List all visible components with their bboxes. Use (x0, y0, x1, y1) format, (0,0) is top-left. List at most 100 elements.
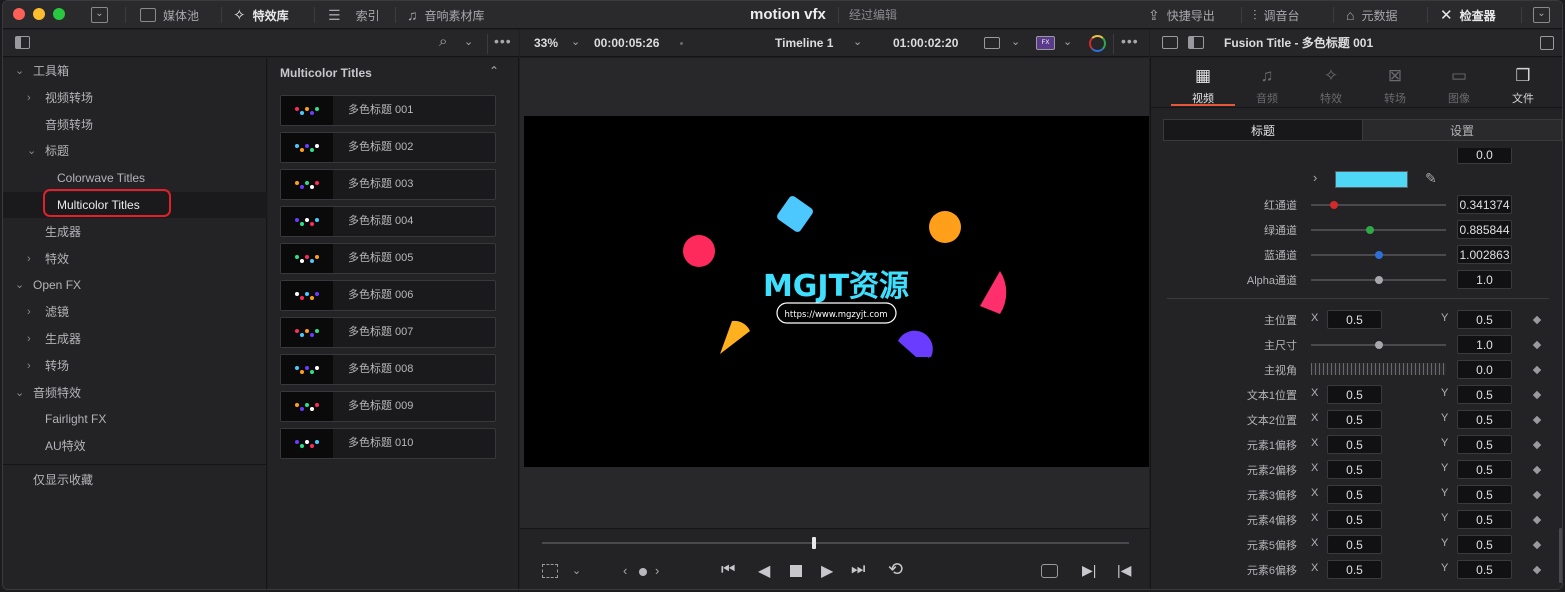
tree-item[interactable]: › 特效 (3, 246, 267, 272)
tree-item[interactable]: › 滤镜 (3, 299, 267, 325)
effect-item[interactable]: 多色标题 009 (280, 391, 496, 422)
offset-row-y-field[interactable]: 0.5 (1457, 510, 1512, 529)
fusion-overlay-icon[interactable]: FX (1036, 36, 1055, 50)
offset-row-x-field[interactable]: 0.5 (1327, 485, 1382, 504)
metadata-button[interactable]: ⌂ 元数据 (1346, 1, 1397, 29)
tree-item[interactable]: Fairlight FX (3, 406, 267, 432)
tab-transition[interactable]: ⊠ 转场 (1369, 66, 1421, 106)
more-options-icon[interactable]: ••• (1121, 33, 1139, 49)
chevron-right-icon[interactable]: › (27, 353, 31, 379)
tree-item[interactable]: › 转场 (3, 353, 267, 379)
chevron-down-icon[interactable]: ⌄ (464, 35, 473, 48)
keyframe-diamond-icon[interactable] (1532, 465, 1542, 475)
zoom-window-button[interactable] (53, 8, 65, 20)
offset-row-y-field[interactable]: 0.5 (1457, 410, 1512, 429)
slider-knob[interactable] (1366, 226, 1375, 234)
effect-item[interactable]: 多色标题 010 (280, 428, 496, 459)
viewer-canvas[interactable]: MGJT资源 https://www.mgzyjt.com (524, 116, 1149, 467)
effect-item[interactable]: 多色标题 001 (280, 95, 496, 126)
effect-item[interactable]: 多色标题 008 (280, 354, 496, 385)
keyframe-diamond-icon[interactable] (1532, 490, 1542, 500)
quick-export-button[interactable]: ⇪ 快捷导出 (1148, 1, 1215, 29)
offset-row-y-field[interactable]: 0.5 (1457, 560, 1512, 579)
channel-slider[interactable] (1311, 226, 1446, 234)
favorites-only-toggle[interactable]: 仅显示收藏 (33, 471, 93, 488)
keyframe-diamond-icon[interactable] (1532, 515, 1542, 525)
master-angle-field[interactable]: 0.0 (1457, 360, 1512, 379)
search-icon[interactable]: ⌕ (439, 33, 447, 50)
chevron-down-icon[interactable]: ⌄ (1063, 35, 1072, 48)
effect-item[interactable]: 多色标题 006 (280, 280, 496, 311)
keyframe-diamond-icon[interactable] (1532, 415, 1542, 425)
tab-audio[interactable]: ♫ 音频 (1241, 66, 1293, 106)
media-pool-button[interactable]: 媒体池 (140, 1, 199, 29)
chevron-right-icon[interactable]: › (1313, 170, 1317, 185)
chevron-down-icon[interactable]: ⌄ (572, 564, 581, 577)
chevron-up-icon[interactable]: ⌃ (489, 64, 499, 78)
keyframe-diamond-icon[interactable] (1532, 390, 1542, 400)
eyedropper-icon[interactable]: ✎ (1425, 170, 1437, 187)
offset-row-x-field[interactable]: 0.5 (1327, 560, 1382, 579)
image-icon[interactable] (1162, 36, 1178, 49)
slider-knob[interactable] (1329, 201, 1338, 209)
chevron-down-icon[interactable]: ⌄ (15, 58, 24, 84)
channel-value[interactable]: 1.002863 (1457, 245, 1512, 264)
tab-image[interactable]: ▭ 图像 (1433, 66, 1485, 106)
offset-row-x-field[interactable]: 0.5 (1327, 535, 1382, 554)
chevron-down-icon[interactable]: ⌄ (15, 272, 24, 298)
offset-row-y-field[interactable]: 0.5 (1457, 435, 1512, 454)
keyframe-diamond-icon[interactable] (1532, 440, 1542, 450)
tree-item[interactable]: ⌄ 标题 (3, 138, 267, 164)
tab-effects[interactable]: ✧ 特效 (1305, 66, 1357, 106)
tree-item[interactable]: › 视频转场 (3, 85, 267, 111)
channel-slider[interactable] (1311, 201, 1446, 209)
effect-item[interactable]: 多色标题 002 (280, 132, 496, 163)
tab-video[interactable]: ▦ 视频 (1177, 66, 1229, 106)
angle-dial[interactable] (1311, 363, 1446, 375)
split-view-icon[interactable] (1188, 36, 1204, 49)
keyframe-diamond-icon[interactable] (1532, 540, 1542, 550)
next-edit-icon[interactable]: ▶| (1082, 562, 1096, 579)
number-field[interactable]: 0.0 (1457, 148, 1512, 164)
chevron-down-icon[interactable]: ⌄ (15, 380, 24, 406)
previous-edit-icon[interactable]: |◀ (1117, 562, 1131, 579)
marker-dot-icon[interactable] (639, 568, 647, 576)
offset-row-y-field[interactable]: 0.5 (1457, 535, 1512, 554)
offset-row-y-field[interactable]: 0.5 (1457, 485, 1512, 504)
chevron-down-icon[interactable]: ⌄ (571, 35, 580, 48)
tab-settings[interactable]: 设置 (1362, 119, 1562, 141)
match-frame-icon[interactable] (1041, 564, 1058, 578)
slider-knob[interactable] (1374, 276, 1383, 284)
scrollbar[interactable] (1559, 528, 1562, 583)
chevron-down-icon[interactable]: ⌄ (1011, 35, 1020, 48)
sound-library-button[interactable]: ♫ 音响素材库 (407, 1, 485, 29)
channel-value[interactable]: 0.341374 (1457, 195, 1512, 214)
safe-area-icon[interactable] (542, 564, 558, 578)
tree-item[interactable]: Colorwave Titles (3, 165, 267, 191)
expand-icon[interactable] (1540, 36, 1554, 50)
minimize-window-button[interactable] (33, 8, 45, 20)
mixer-button[interactable]: ⫶ 调音台 (1253, 1, 1300, 29)
sidebar-toggle-icon[interactable] (15, 36, 30, 49)
effect-item[interactable]: 多色标题 007 (280, 317, 496, 348)
playhead[interactable] (812, 537, 817, 549)
inspector-button[interactable]: ✕ 检查器 (1440, 1, 1496, 29)
effect-item[interactable]: 多色标题 005 (280, 243, 496, 274)
tree-item[interactable]: AU特效 (3, 433, 267, 459)
tab-title[interactable]: 标题 (1163, 119, 1363, 141)
scrubber-track[interactable] (542, 537, 1129, 549)
chevron-down-icon[interactable]: ⌄ (1533, 7, 1550, 23)
chevron-right-icon[interactable]: › (27, 326, 31, 352)
master-size-slider[interactable] (1311, 341, 1446, 349)
effect-item[interactable]: 多色标题 004 (280, 206, 496, 237)
tree-item[interactable]: 生成器 (3, 219, 267, 245)
chevron-left-icon[interactable]: ‹ (623, 563, 627, 578)
tree-item[interactable]: ⌄ 工具箱 (3, 58, 267, 84)
effects-library-button[interactable]: ✧ 特效库 (233, 1, 289, 29)
slider-knob[interactable] (1374, 341, 1383, 349)
offset-row-x-field[interactable]: 0.5 (1327, 435, 1382, 454)
keyframe-diamond-icon[interactable] (1532, 340, 1542, 350)
channel-slider[interactable] (1311, 251, 1446, 259)
slider-knob[interactable] (1374, 251, 1383, 259)
offset-row-x-field[interactable]: 0.5 (1327, 385, 1382, 404)
